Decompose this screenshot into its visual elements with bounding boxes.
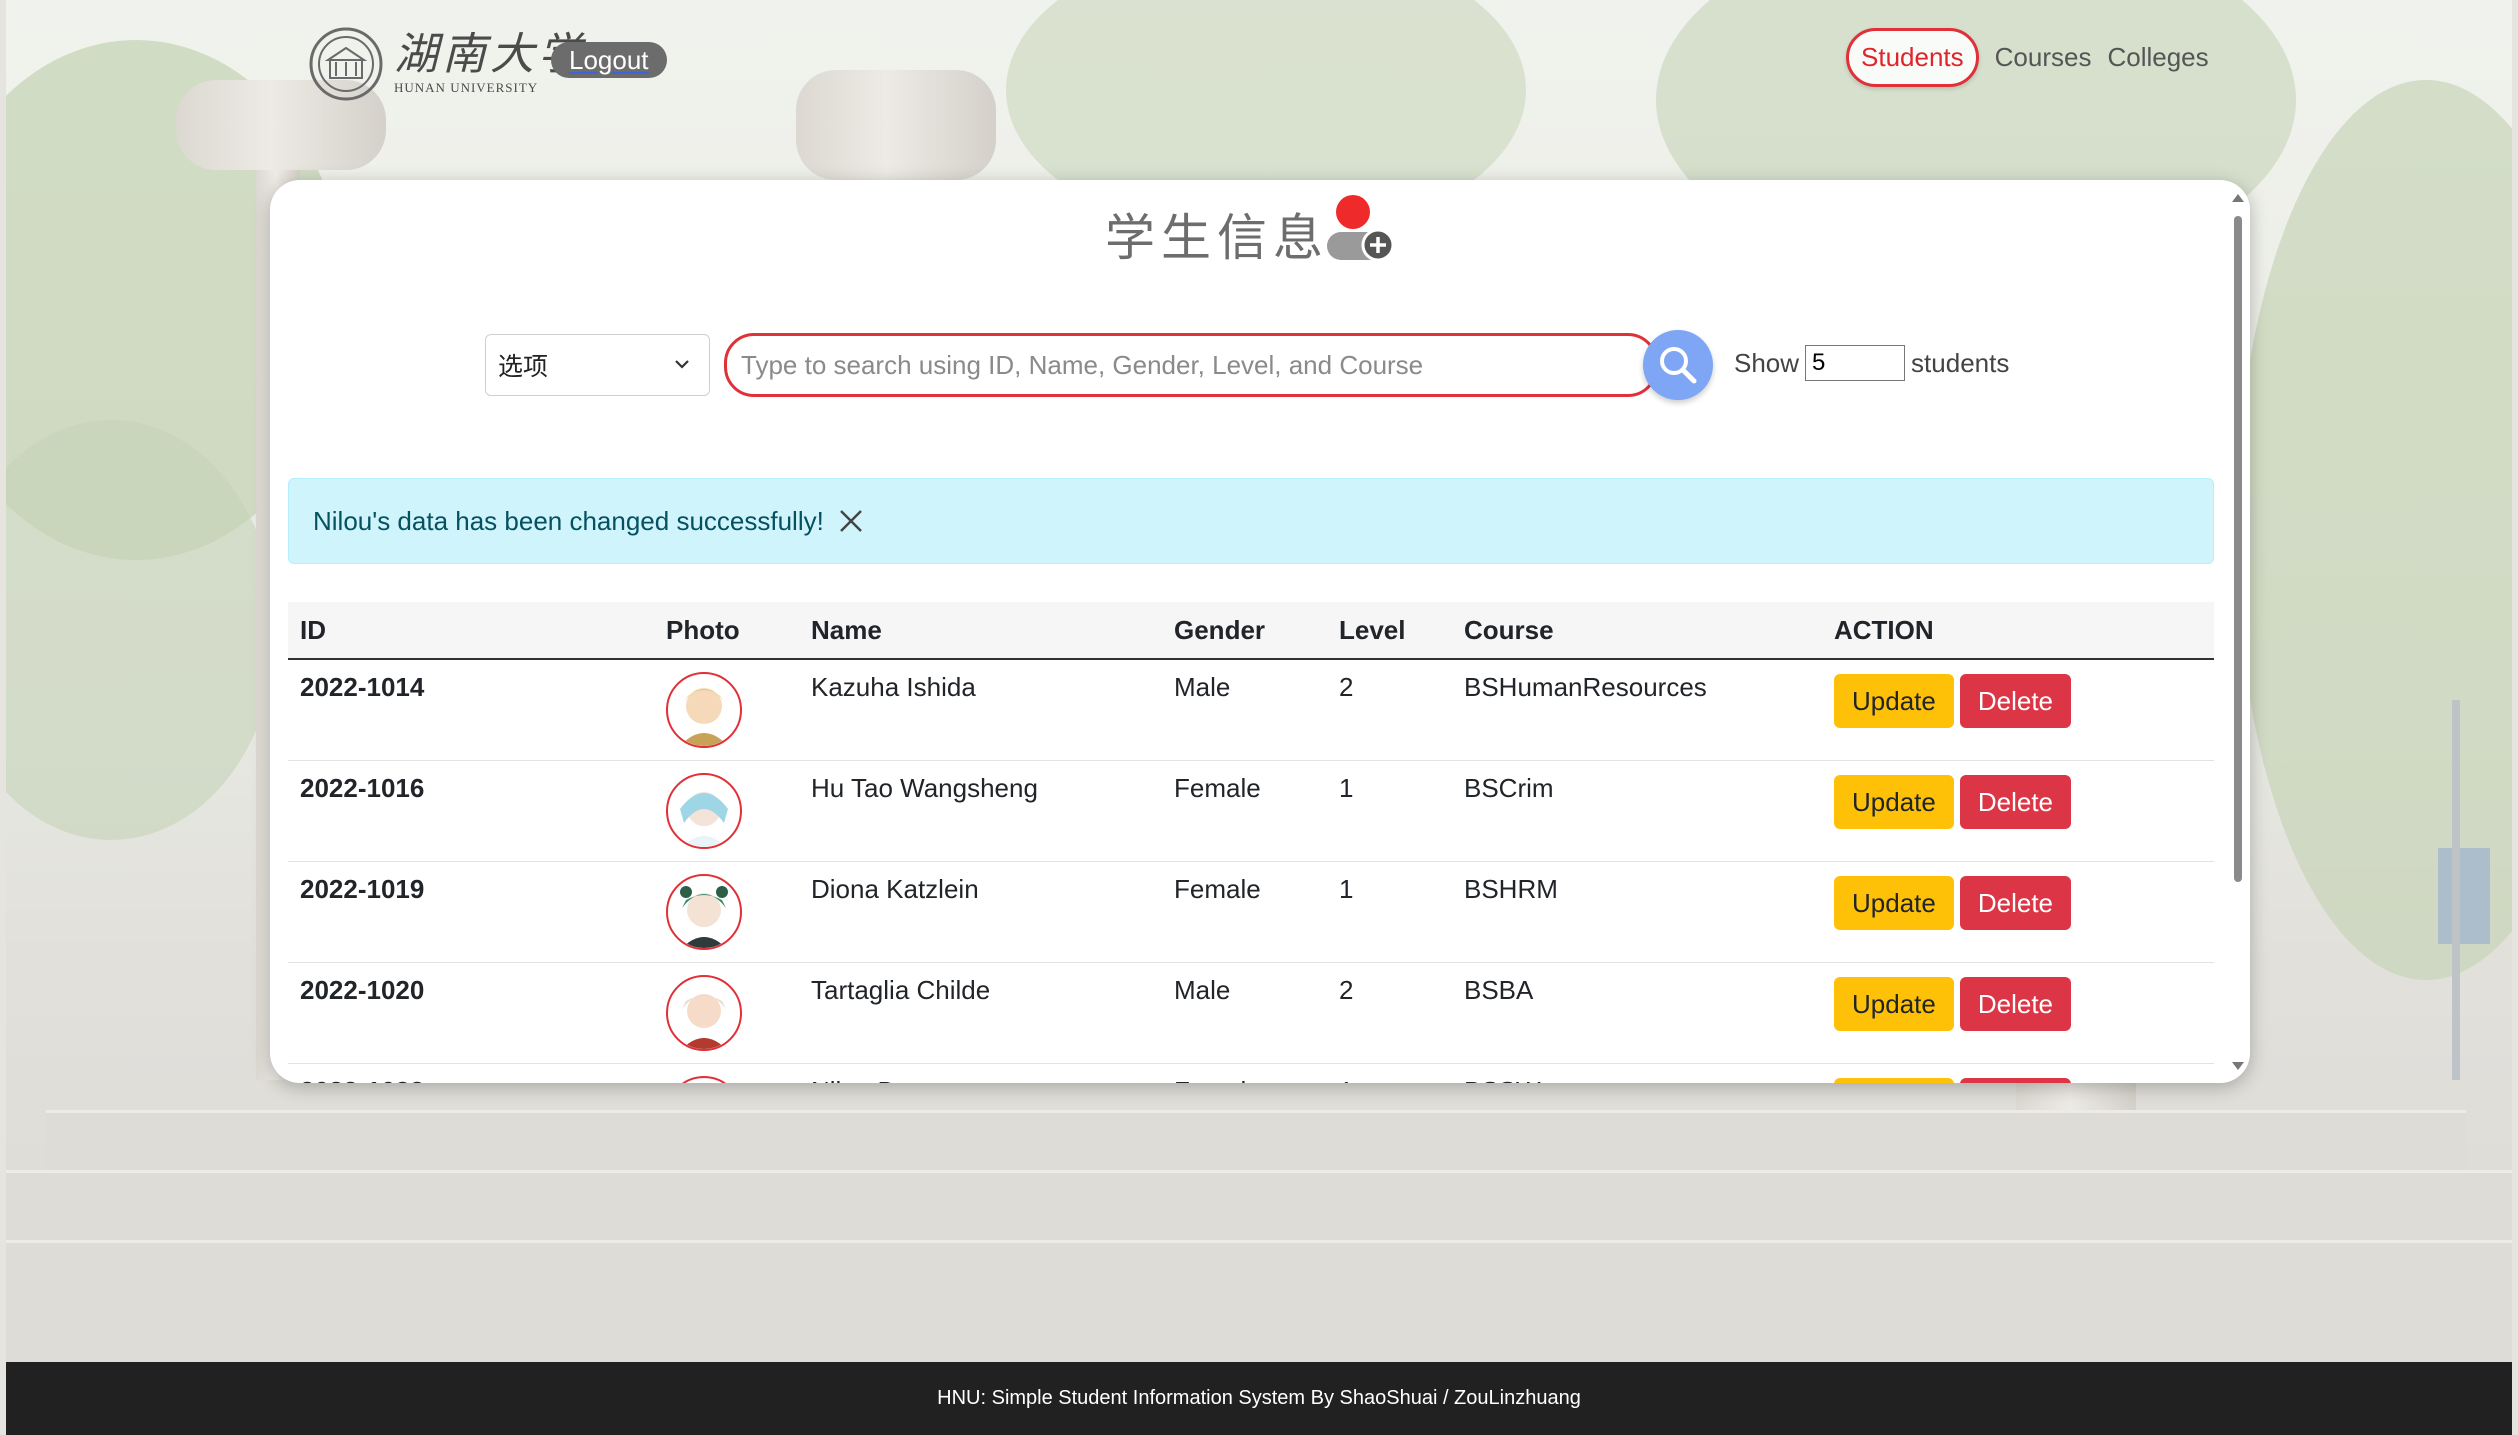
search-input[interactable] <box>724 333 1658 397</box>
page-size-control: Show students <box>1734 345 2009 381</box>
col-header-action: ACTION <box>1822 602 2214 660</box>
col-header-gender: Gender <box>1162 602 1327 660</box>
update-button[interactable]: Update <box>1834 775 1954 829</box>
delete-button[interactable]: Delete <box>1959 977 2071 1031</box>
student-avatar <box>666 1076 742 1083</box>
close-icon[interactable] <box>836 506 866 536</box>
alert-message: Nilou's data has been changed successful… <box>313 505 824 536</box>
delete-button[interactable]: Delete <box>1959 1078 2071 1083</box>
update-button[interactable]: Update <box>1834 1078 1954 1083</box>
student-course: BSCrim <box>1452 760 1822 862</box>
show-label: Show <box>1734 347 1800 378</box>
page-footer: HNU: Simple Student Information System B… <box>6 1362 2512 1435</box>
update-button[interactable]: Update <box>1834 977 1954 1031</box>
delete-button[interactable]: Delete <box>1959 775 2071 829</box>
search-button[interactable] <box>1643 330 1713 400</box>
student-course: BSHumanResources <box>1452 659 1822 761</box>
nav-students[interactable]: Students <box>1846 28 1979 87</box>
student-avatar <box>666 874 742 950</box>
chevron-down-icon <box>675 360 689 369</box>
table-scrollbar[interactable] <box>2230 188 2246 1076</box>
student-avatar <box>666 773 742 849</box>
university-seal-icon <box>309 27 383 101</box>
student-id: 2022-1020 <box>288 962 654 1064</box>
logo-english-name: HUNAN UNIVERSITY <box>394 80 539 95</box>
student-id: 2022-1022 <box>288 1063 654 1083</box>
student-name: Tartaglia Childe <box>799 962 1162 1064</box>
scroll-up-arrow-icon[interactable] <box>2232 194 2244 202</box>
page-size-input[interactable] <box>1805 345 1906 381</box>
student-level: 1 <box>1327 861 1452 963</box>
nav-courses[interactable]: Courses <box>1995 42 2092 73</box>
students-table: ID Photo Name Gender Level Course ACTION… <box>288 602 2214 1083</box>
table-row: 2022-1016 Hu Tao Wangsheng Female 1 BSCr… <box>288 760 2214 862</box>
top-nav: Students Courses Colleges <box>1846 28 2209 87</box>
student-name: Nilou Dancer <box>799 1063 1162 1083</box>
col-header-id: ID <box>288 602 654 660</box>
col-header-photo: Photo <box>654 602 799 660</box>
page-title: 学生信息 <box>1105 209 1329 267</box>
student-level: 2 <box>1327 962 1452 1064</box>
student-gender: Male <box>1162 962 1327 1064</box>
table-row: 2022-1022 Nilou Dancer Female 1 BSSW Upd… <box>288 1063 2214 1083</box>
student-name: Diona Katzlein <box>799 861 1162 963</box>
filter-select[interactable]: 选项 <box>485 334 710 396</box>
university-logo: 湖南大学 HUNAN UNIVERSITY <box>308 26 586 102</box>
student-gender: Female <box>1162 1063 1327 1083</box>
update-button[interactable]: Update <box>1834 674 1954 728</box>
scrollbar-thumb[interactable] <box>2234 216 2242 882</box>
nav-colleges[interactable]: Colleges <box>2107 42 2208 73</box>
search-icon <box>1660 347 1697 384</box>
success-alert: Nilou's data has been changed successful… <box>288 478 2214 564</box>
table-header-row: ID Photo Name Gender Level Course ACTION <box>288 602 2214 660</box>
student-id: 2022-1016 <box>288 760 654 862</box>
logout-button[interactable]: Logout <box>551 42 667 78</box>
delete-button[interactable]: Delete <box>1959 876 2071 930</box>
student-gender: Female <box>1162 760 1327 862</box>
scroll-down-arrow-icon[interactable] <box>2232 1062 2244 1070</box>
student-id: 2022-1014 <box>288 659 654 761</box>
table-row: 2022-1020 Tartaglia Childe Male 2 BSBA U… <box>288 962 2214 1064</box>
delete-button[interactable]: Delete <box>1959 674 2071 728</box>
student-gender: Male <box>1162 659 1327 761</box>
student-gender: Female <box>1162 861 1327 963</box>
student-level: 2 <box>1327 659 1452 761</box>
student-avatar <box>666 975 742 1051</box>
student-level: 1 <box>1327 760 1452 862</box>
student-course: BSBA <box>1452 962 1822 1064</box>
student-course: BSHRM <box>1452 861 1822 963</box>
col-header-course: Course <box>1452 602 1822 660</box>
student-level: 1 <box>1327 1063 1452 1083</box>
table-row: 2022-1019 Diona Katzlein Female 1 BSHRM … <box>288 861 2214 963</box>
student-id: 2022-1019 <box>288 861 654 963</box>
student-info-panel: 学生信息 选项 Show students Nilou's data has b… <box>270 180 2250 1083</box>
students-label: students <box>1911 347 2010 378</box>
student-course: BSSW <box>1452 1063 1822 1083</box>
student-name: Hu Tao Wangsheng <box>799 760 1162 862</box>
table-row: 2022-1014 Kazuha Ishida Male 2 BSHumanRe… <box>288 659 2214 761</box>
col-header-name: Name <box>799 602 1162 660</box>
filter-select-value: 选项 <box>498 352 549 381</box>
student-name: Kazuha Ishida <box>799 659 1162 761</box>
col-header-level: Level <box>1327 602 1452 660</box>
student-avatar <box>666 672 742 748</box>
update-button[interactable]: Update <box>1834 876 1954 930</box>
add-user-icon[interactable] <box>1323 192 1397 266</box>
